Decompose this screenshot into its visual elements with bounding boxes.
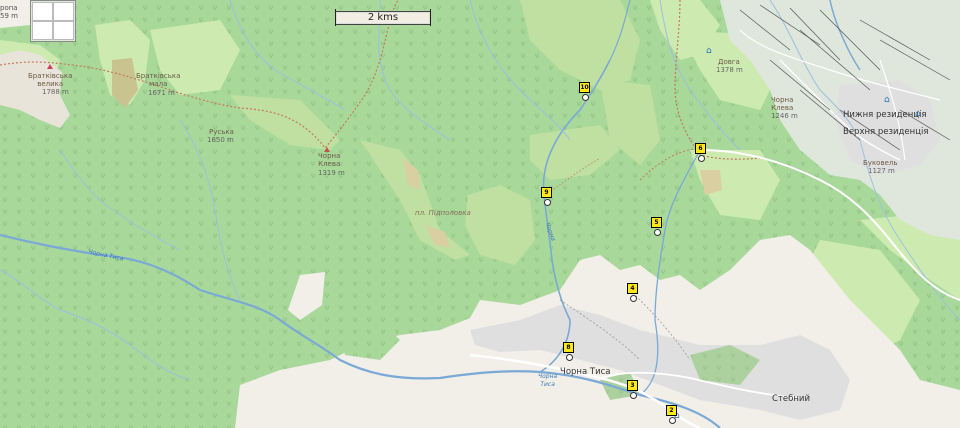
label-nyzhnia-rezydentsia: Нижня резиденція: [843, 110, 927, 120]
waypoint-6[interactable]: 6: [695, 143, 706, 154]
label-stebnyi: Стебний: [772, 394, 810, 404]
label-top-left-peak: ропа 59 m: [0, 4, 18, 20]
layer-tile-3[interactable]: [32, 21, 53, 40]
label-bratkivska-mala: Братківська мала: [136, 72, 181, 88]
label-chorna-tysa-river: Чорна Тиса: [538, 373, 558, 388]
label-chorna-kleva-2: Чорна Клева: [771, 96, 794, 112]
label-bukovel: Буковель: [863, 159, 898, 167]
label-ruska-elev: 1650 m: [207, 136, 234, 144]
label-pidpolovka: пл. Підполовка: [415, 209, 471, 217]
label-chorna-kleva-2-elev: 1246 m: [771, 112, 798, 120]
waypoint-pin: [698, 155, 705, 162]
topographic-map[interactable]: ψ ψ: [0, 0, 960, 428]
peak-marker-bratkivska-velyka: [47, 64, 53, 69]
label-dovha: Довга: [718, 58, 740, 66]
label-bratkivska-velyka-elev: 1788 m: [42, 88, 69, 96]
waypoint-pin: [630, 295, 637, 302]
label-bratkivska-mala-elev: 1671 m: [148, 89, 175, 97]
waypoint-9[interactable]: 9: [541, 187, 552, 198]
layer-tile-4[interactable]: [53, 21, 74, 40]
hut-icon[interactable]: ⌂: [706, 47, 715, 56]
label-bukovel-elev: 1127 m: [868, 167, 895, 175]
label-bratkivska-velyka: Братківська велика: [28, 72, 73, 88]
waypoint-pin: [566, 354, 573, 361]
waypoint-pin: [669, 417, 676, 424]
waypoint-5[interactable]: 5: [651, 217, 662, 228]
layer-tile-1[interactable]: [32, 2, 53, 21]
label-chorna-kleva-elev: 1319 m: [318, 169, 345, 177]
waypoint-2[interactable]: 2: [666, 405, 677, 416]
label-verkhnia-rezydentsia: Верхня резиденція: [843, 127, 929, 137]
label-chorna-tysa-village: Чорна Тиса: [560, 367, 611, 377]
map-base-layer: ψ ψ: [0, 0, 960, 428]
scale-bar: 2 kms: [335, 9, 431, 26]
waypoint-10[interactable]: 10: [579, 82, 590, 93]
hut-icon[interactable]: ⌂: [915, 110, 924, 119]
waypoint-4[interactable]: 4: [627, 283, 638, 294]
label-chorna-kleva: Чорна Клева: [318, 152, 341, 168]
label-ruska: Руська: [209, 128, 234, 136]
waypoint-pin: [582, 94, 589, 101]
waypoint-pin: [544, 199, 551, 206]
label-dovha-elev: 1378 m: [716, 66, 743, 74]
waypoint-pin: [654, 229, 661, 236]
waypoint-8[interactable]: 8: [563, 342, 574, 353]
layer-switcher[interactable]: [30, 0, 76, 42]
waypoint-3[interactable]: 3: [627, 380, 638, 391]
waypoint-pin: [630, 392, 637, 399]
hut-icon[interactable]: ⌂: [884, 96, 893, 105]
layer-tile-2[interactable]: [53, 2, 74, 21]
peak-marker-chorna-kleva: [324, 147, 330, 152]
